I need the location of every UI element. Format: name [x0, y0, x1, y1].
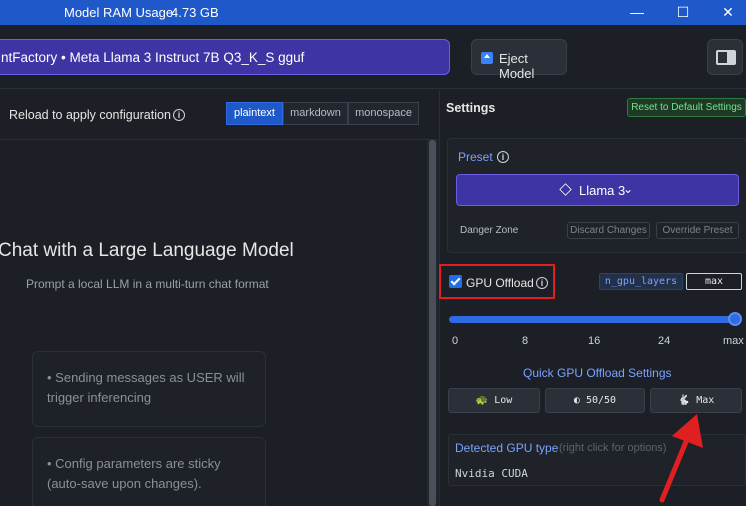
detected-gpu-card[interactable]: Detected GPU type (right click for optio…	[448, 434, 746, 486]
slider-tick-label: 16	[588, 335, 601, 347]
info-icon[interactable]: i	[497, 151, 509, 163]
preset-card: Preset i Llama 3 ⌄ Danger Zone Discard C…	[447, 138, 746, 253]
rabbit-icon: 🐇	[677, 395, 691, 406]
turtle-icon: 🐢	[475, 395, 489, 406]
slider-tick-label: max	[723, 335, 744, 347]
info-icon[interactable]: i	[173, 109, 185, 121]
half-circle-icon: ◐	[573, 395, 580, 406]
gpu-low-label: Low	[494, 395, 513, 406]
model-name: ntFactory • Meta Llama 3 Instruct 7B Q3_…	[1, 50, 305, 65]
slider-tick-label: 24	[658, 335, 671, 347]
gpu-max-label: Max	[696, 395, 715, 406]
gpu-low-button[interactable]: 🐢 Low	[448, 388, 540, 413]
cube-icon	[559, 183, 572, 196]
tip-card: • Config parameters are sticky (auto-sav…	[32, 437, 266, 506]
detected-gpu-hint: (right click for options)	[559, 442, 667, 454]
settings-title: Settings	[446, 101, 496, 115]
danger-zone-label: Danger Zone	[460, 225, 519, 236]
gpu-offload-highlight: GPU Offload i	[439, 264, 555, 299]
gpu-offload-slider-thumb[interactable]	[728, 312, 742, 326]
ram-usage-label: Model RAM Usage	[64, 5, 174, 20]
chat-header: Reload to apply configuration i plaintex…	[0, 90, 438, 140]
info-icon[interactable]: i	[536, 277, 548, 289]
gpu-offload-label: GPU Offload	[466, 276, 534, 290]
preset-label: Preset	[458, 150, 493, 164]
panel-toggle-button[interactable]	[707, 39, 743, 75]
close-button[interactable]: ✕	[705, 0, 746, 25]
maximize-button[interactable]: ☐	[660, 0, 706, 25]
eject-model-button[interactable]: Eject Model	[471, 39, 567, 81]
minimize-button[interactable]: —	[614, 0, 660, 25]
gpu-half-button[interactable]: ◐ 50/50	[545, 388, 645, 413]
n-gpu-layers-input[interactable]: max	[686, 273, 742, 290]
detected-gpu-value: Nvidia CUDA	[455, 467, 528, 480]
reset-default-settings-button[interactable]: Reset to Default Settings	[627, 98, 746, 117]
eject-model-label: Eject Model	[499, 51, 535, 81]
model-selector[interactable]: ntFactory • Meta Llama 3 Instruct 7B Q3_…	[0, 39, 450, 75]
settings-panel: Settings Reset to Default Settings Prese…	[439, 90, 746, 506]
sidebar-toggle-icon	[716, 50, 736, 65]
override-preset-button[interactable]: Override Preset	[656, 222, 739, 239]
detected-gpu-label: Detected GPU type	[455, 441, 559, 455]
chevron-down-icon: ⌄	[623, 182, 634, 196]
gpu-offload-slider-track[interactable]	[449, 316, 736, 323]
welcome-subtitle: Prompt a local LLM in a multi-turn chat …	[26, 277, 269, 291]
gpu-offload-checkbox[interactable]	[449, 275, 462, 288]
discard-changes-button[interactable]: Discard Changes	[567, 222, 650, 239]
format-markdown-button[interactable]: markdown	[283, 102, 348, 125]
format-plaintext-button[interactable]: plaintext	[226, 102, 283, 125]
format-monospace-button[interactable]: monospace	[348, 102, 419, 125]
welcome-title: Chat with a Large Language Model	[0, 240, 294, 261]
n-gpu-layers-label: n_gpu_layers	[599, 273, 683, 290]
quick-gpu-offload-label: Quick GPU Offload Settings	[523, 366, 672, 380]
gpu-half-label: 50/50	[585, 395, 617, 406]
chat-pane: Reload to apply configuration i plaintex…	[0, 90, 438, 506]
preset-value: Llama 3	[579, 183, 626, 198]
window-titlebar: Model RAM Usage 4.73 GB — ☐ ✕	[0, 0, 746, 25]
tip-card: • Sending messages as USER will trigger …	[32, 351, 266, 427]
ram-usage-value: 4.73 GB	[171, 5, 219, 20]
slider-tick-label: 8	[522, 335, 529, 347]
eject-icon	[481, 52, 493, 64]
top-toolbar: ntFactory • Meta Llama 3 Instruct 7B Q3_…	[0, 25, 746, 89]
scrollbar-thumb[interactable]	[429, 140, 436, 506]
slider-tick-label: 0	[452, 335, 459, 347]
preset-selector[interactable]: Llama 3 ⌄	[456, 174, 739, 206]
gpu-max-button[interactable]: 🐇 Max	[650, 388, 742, 413]
reload-config-text: Reload to apply configuration	[9, 108, 171, 122]
